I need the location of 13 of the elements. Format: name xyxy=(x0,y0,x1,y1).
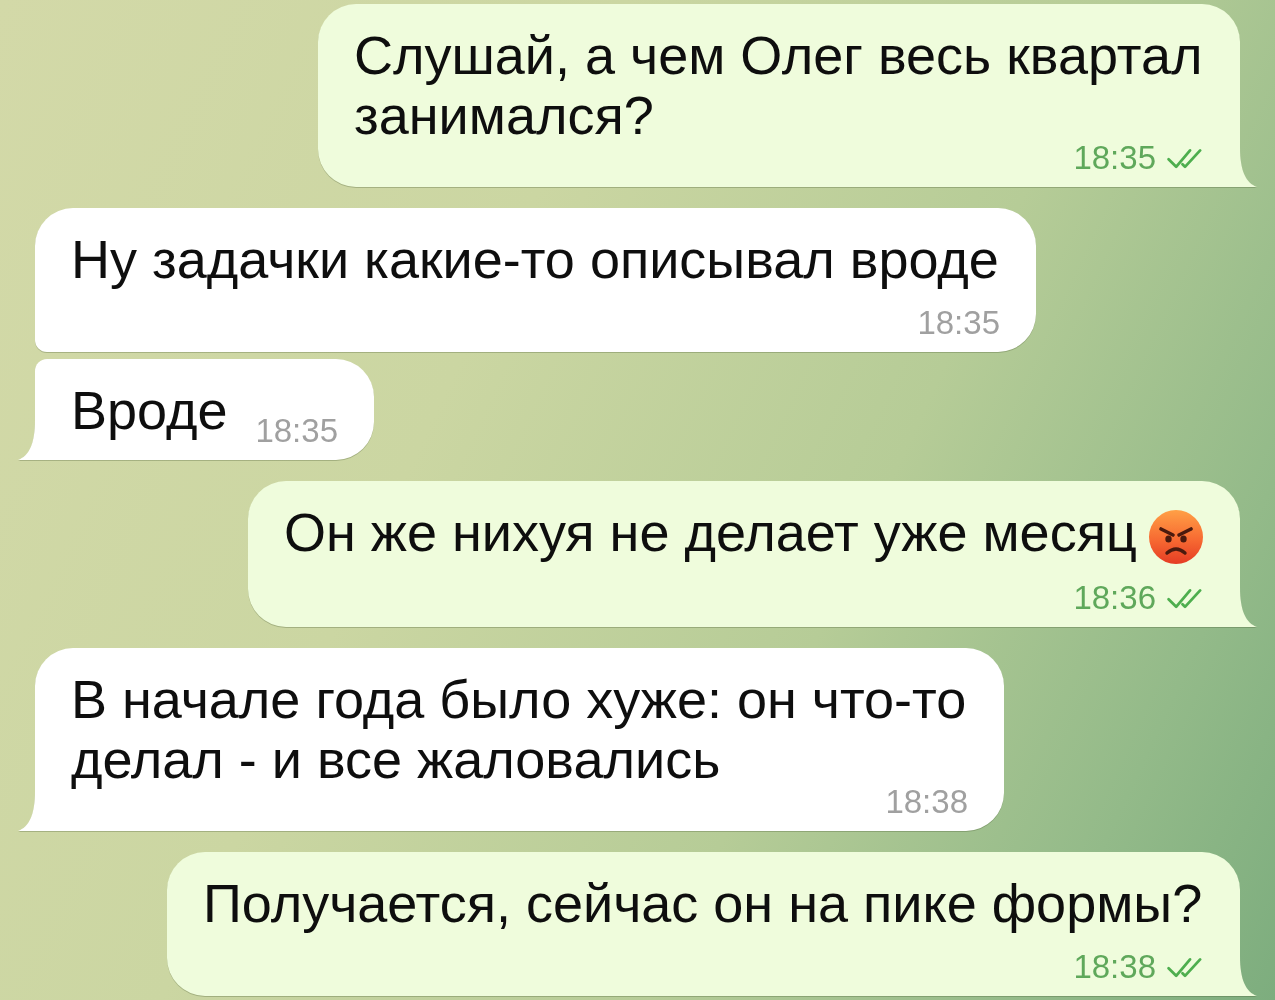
message-text: Он же нихуя не делает уже месяц xyxy=(284,502,1137,562)
message-text: Получается, сейчас он на пике формы? xyxy=(203,873,1203,933)
message-text: В начале года было хуже: он что-то делал - и все жаловались xyxy=(71,669,967,789)
message-time: 18:35 xyxy=(1073,146,1156,170)
message-time: 18:36 xyxy=(1073,586,1156,610)
message-text: Вроде xyxy=(71,380,228,440)
message-text: Ну задачки какие-то описывал вроде xyxy=(71,229,999,289)
message-time: 18:35 xyxy=(255,419,338,443)
message-time: 18:38 xyxy=(885,790,968,814)
message-time: 18:35 xyxy=(917,311,1000,335)
message-time: 18:38 xyxy=(1073,955,1156,979)
angry-face-icon xyxy=(1148,510,1203,564)
message-text: Слушай, а чем Олег весь квартал занимался? xyxy=(354,25,1203,145)
